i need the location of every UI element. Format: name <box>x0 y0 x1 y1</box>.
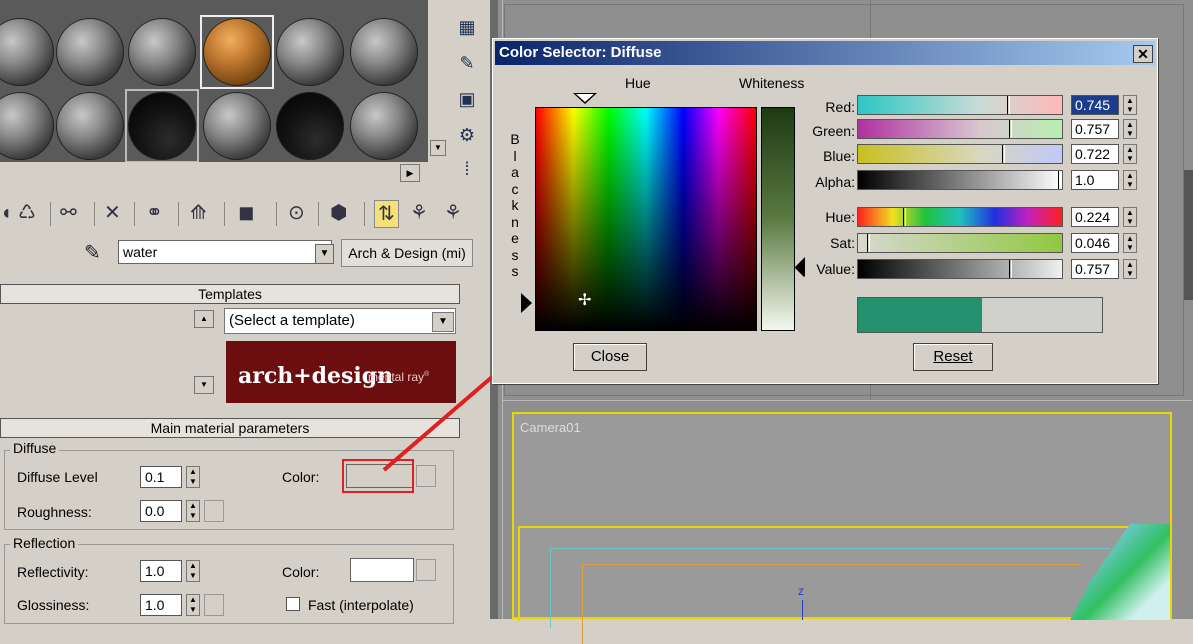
blue-marker[interactable] <box>1002 145 1005 163</box>
red-value-field[interactable]: 0.745 <box>1071 95 1119 115</box>
picker-crosshair-icon[interactable]: ✢ <box>578 290 591 310</box>
alpha-marker[interactable] <box>1058 171 1061 189</box>
color-preview <box>857 297 1103 333</box>
close-icon[interactable]: ✕ <box>1133 45 1153 63</box>
hue-value-label: Hue: <box>825 209 855 225</box>
blackness-letter: c <box>511 180 519 197</box>
value-value-field[interactable]: 0.757 <box>1071 259 1119 279</box>
value-marker[interactable] <box>1009 260 1012 278</box>
alpha-ramp[interactable] <box>857 170 1063 190</box>
reset-button[interactable]: Reset <box>913 343 993 371</box>
alpha-stepper[interactable]: ▲ ▼ <box>1123 170 1137 190</box>
reset-button-label: Reset <box>933 348 973 365</box>
sat-value-field[interactable]: 0.046 <box>1071 233 1119 253</box>
blue-ramp[interactable] <box>857 144 1063 164</box>
hue-stepper[interactable]: ▲ ▼ <box>1123 207 1137 227</box>
blackness-letter: s <box>511 246 519 263</box>
green-marker[interactable] <box>1009 120 1012 138</box>
blackness-letter: e <box>511 230 519 246</box>
blackness-label: B l a c k n e s s <box>507 131 523 280</box>
blackness-letter: k <box>511 197 519 213</box>
dialog-title: Color Selector: Diffuse <box>499 44 662 61</box>
whiteness-label: Whiteness <box>739 75 805 91</box>
blue-stepper[interactable]: ▲ ▼ <box>1123 144 1137 164</box>
hue-value-field[interactable]: 0.224 <box>1071 207 1119 227</box>
red-stepper[interactable]: ▲ ▼ <box>1123 95 1137 115</box>
hue-pointer-inner <box>576 94 594 102</box>
red-marker[interactable] <box>1007 96 1010 114</box>
value-label: Value: <box>816 261 855 277</box>
blackness-letter: B <box>510 131 520 147</box>
color-selector-dialog: Color Selector: Diffuse ✕ Hue Whiteness … <box>492 38 1158 384</box>
red-ramp[interactable] <box>857 95 1063 115</box>
sat-stepper[interactable]: ▲ ▼ <box>1123 233 1137 253</box>
new-color-swatch <box>858 298 982 332</box>
blackness-letter: l <box>513 147 517 164</box>
dialog-titlebar[interactable]: Color Selector: Diffuse ✕ <box>495 41 1155 65</box>
sat-label: Sat: <box>830 235 855 251</box>
whiteness-slider[interactable] <box>761 107 795 331</box>
blackness-letter: a <box>511 164 519 180</box>
close-button[interactable]: Close <box>573 343 647 371</box>
blackness-pointer-icon[interactable] <box>521 293 532 313</box>
green-value-field[interactable]: 0.757 <box>1071 119 1119 139</box>
blackness-letter: n <box>511 213 519 230</box>
blue-value-field[interactable]: 0.722 <box>1071 144 1119 164</box>
blue-label: Blue: <box>823 148 855 164</box>
green-stepper[interactable]: ▲ ▼ <box>1123 119 1137 139</box>
hue-ramp[interactable] <box>857 207 1063 227</box>
value-stepper[interactable]: ▲ ▼ <box>1123 259 1137 279</box>
alpha-label: Alpha: <box>815 174 855 190</box>
hue-blackness-picker[interactable]: ✢ <box>535 107 757 331</box>
sat-ramp[interactable] <box>857 233 1063 253</box>
value-ramp[interactable] <box>857 259 1063 279</box>
hue-label: Hue <box>625 75 651 91</box>
hue-marker[interactable] <box>903 208 906 226</box>
green-ramp[interactable] <box>857 119 1063 139</box>
red-label: Red: <box>825 99 855 115</box>
blackness-letter: s <box>511 263 519 279</box>
sat-marker[interactable] <box>867 234 870 252</box>
alpha-value-field[interactable]: 1.0 <box>1071 170 1119 190</box>
green-label: Green: <box>812 123 855 139</box>
